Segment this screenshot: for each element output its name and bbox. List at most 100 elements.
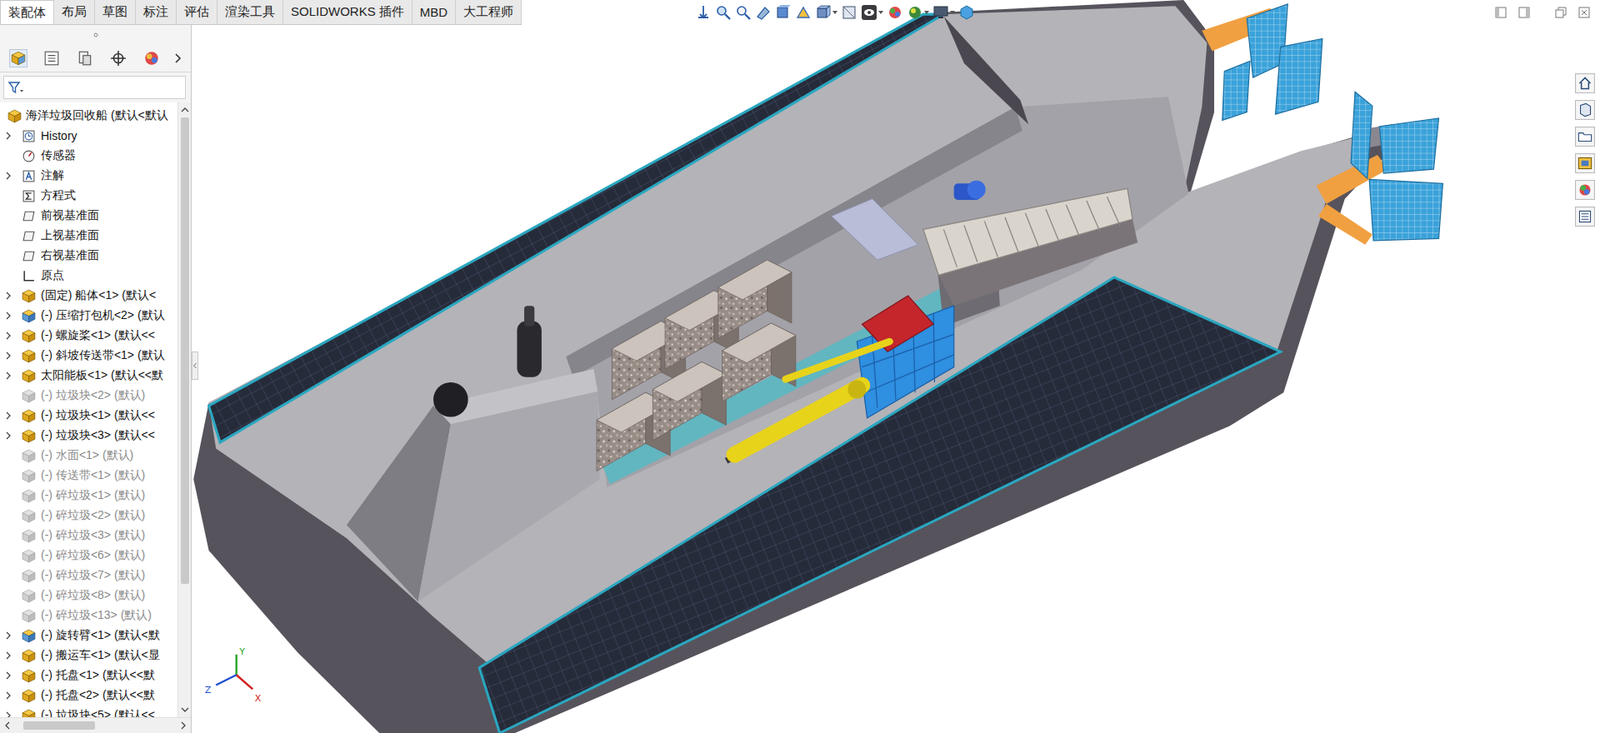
tree-item[interactable]: (-) 垃圾块<3> (默认<< bbox=[0, 425, 178, 446]
tree-item[interactable]: 传感器 bbox=[0, 145, 178, 166]
view-tool-button[interactable] bbox=[715, 4, 732, 21]
scrollbar-thumb[interactable] bbox=[180, 117, 190, 585]
tree-filter[interactable] bbox=[3, 75, 186, 100]
tree-item[interactable]: 太阳能板<1> (默认<<默 bbox=[0, 365, 178, 386]
tree-item[interactable]: 上视基准面 bbox=[0, 225, 178, 246]
tree-item[interactable]: (-) 旋转臂<1> (默认<默 bbox=[0, 625, 178, 646]
tree-item[interactable]: (-) 托盘<1> (默认<<默 bbox=[0, 665, 178, 686]
tree-item[interactable]: (-) 斜坡传送带<1> (默认 bbox=[0, 345, 178, 366]
view-palette-icon[interactable] bbox=[1575, 153, 1595, 174]
tree-item[interactable]: (-) 碎垃圾<8> (默认) bbox=[0, 585, 178, 606]
tree-item[interactable]: (-) 托盘<2> (默认<<默 bbox=[0, 685, 178, 706]
expand-arrow-icon[interactable] bbox=[5, 291, 12, 300]
panel-grip[interactable] bbox=[0, 25, 191, 45]
tree-item[interactable]: (-) 碎垃圾<6> (默认) bbox=[0, 545, 178, 566]
expand-arrow-icon[interactable] bbox=[5, 411, 12, 420]
display-manager-icon[interactable] bbox=[143, 50, 160, 67]
view-tool-button[interactable] bbox=[795, 4, 812, 21]
expand-arrow-icon[interactable] bbox=[5, 431, 12, 440]
dimxpert-icon[interactable] bbox=[110, 50, 127, 67]
restore-icon[interactable] bbox=[1555, 6, 1567, 19]
expand-arrow-icon[interactable] bbox=[5, 711, 12, 718]
part-icon bbox=[21, 489, 36, 504]
command-tab[interactable]: 布局 bbox=[54, 0, 95, 25]
tile-left-icon[interactable] bbox=[1495, 6, 1507, 19]
expand-arrow-icon[interactable] bbox=[5, 351, 12, 360]
part-icon bbox=[21, 509, 36, 524]
more-tabs-icon[interactable] bbox=[173, 52, 182, 65]
expand-arrow-icon[interactable] bbox=[5, 131, 12, 140]
tree-item[interactable]: (-) 垃圾块<1> (默认<< bbox=[0, 405, 178, 426]
tree-item[interactable]: (-) 水面<1> (默认) bbox=[0, 445, 178, 466]
tree-item[interactable]: (固定) 船体<1> (默认< bbox=[0, 285, 178, 306]
tree-item[interactable]: 原点 bbox=[0, 265, 178, 286]
tree-item[interactable]: History bbox=[0, 125, 178, 146]
expand-arrow-icon[interactable] bbox=[5, 171, 12, 180]
configuration-manager-icon[interactable] bbox=[76, 50, 94, 67]
tree-item[interactable]: (-) 碎垃圾<2> (默认) bbox=[0, 505, 178, 526]
propeller bbox=[1316, 91, 1444, 245]
view-tool-button[interactable] bbox=[932, 4, 955, 21]
graphics-viewport[interactable]: YZX bbox=[192, 0, 1600, 733]
tree-item[interactable]: (-) 压缩打包机<2> (默认 bbox=[0, 305, 178, 326]
tree-item[interactable]: (-) 垃圾块<5> (默认<< bbox=[0, 705, 178, 718]
tree-root[interactable]: 海洋垃圾回收船 (默认<默认 bbox=[0, 105, 178, 126]
view-tool-button[interactable] bbox=[958, 4, 975, 21]
tree-item[interactable]: (-) 碎垃圾<13> (默认) bbox=[0, 605, 178, 626]
appearances-icon[interactable] bbox=[1575, 180, 1595, 200]
part-icon bbox=[21, 549, 36, 564]
tree-item[interactable]: 右视基准面 bbox=[0, 245, 178, 266]
expand-arrow-icon[interactable] bbox=[5, 631, 12, 640]
tree-item[interactable]: (-) 搬运车<1> (默认<显 bbox=[0, 645, 178, 666]
horizontal-scrollbar[interactable] bbox=[0, 717, 191, 733]
tree-item[interactable]: 注解 bbox=[0, 165, 178, 186]
scroll-left-icon[interactable] bbox=[3, 721, 12, 730]
file-explorer-icon[interactable] bbox=[1575, 126, 1595, 147]
view-tool-button[interactable] bbox=[860, 4, 884, 21]
tree-item[interactable]: (-) 碎垃圾<3> (默认) bbox=[0, 525, 178, 546]
tree-item[interactable]: 方程式 bbox=[0, 185, 178, 206]
command-tab[interactable]: 评估 bbox=[176, 0, 218, 25]
command-tab[interactable]: SOLIDWORKS 插件 bbox=[283, 0, 413, 25]
view-tool-button[interactable] bbox=[840, 4, 858, 21]
home-icon[interactable] bbox=[1575, 73, 1595, 94]
tree-item[interactable]: (-) 传送带<1> (默认) bbox=[0, 465, 178, 486]
expand-arrow-icon[interactable] bbox=[5, 691, 12, 700]
tree-item[interactable]: 前视基准面 bbox=[0, 205, 178, 226]
property-manager-icon[interactable] bbox=[43, 50, 60, 67]
view-tool-button[interactable] bbox=[735, 4, 752, 21]
command-tab[interactable]: 草图 bbox=[95, 0, 136, 25]
command-tab[interactable]: 渲染工具 bbox=[217, 0, 284, 25]
view-tool-button[interactable] bbox=[906, 4, 930, 21]
expand-arrow-icon[interactable] bbox=[5, 311, 12, 320]
scrollbar-thumb[interactable] bbox=[23, 721, 95, 730]
conveyor-slat bbox=[1025, 213, 1039, 247]
close-icon[interactable] bbox=[1578, 6, 1590, 19]
collapse-panel-icon[interactable] bbox=[191, 351, 199, 380]
expand-arrow-icon[interactable] bbox=[5, 671, 12, 680]
feature-manager-icon[interactable] bbox=[10, 50, 27, 67]
command-tab[interactable]: 装配体 bbox=[0, 0, 55, 25]
view-tool-button[interactable] bbox=[775, 4, 792, 21]
expand-arrow-icon[interactable] bbox=[5, 651, 12, 660]
design-library-icon[interactable] bbox=[1575, 100, 1595, 120]
view-tool-button[interactable] bbox=[886, 4, 904, 21]
tree-item[interactable]: (-) 碎垃圾<7> (默认) bbox=[0, 565, 178, 586]
expand-arrow-icon[interactable] bbox=[5, 331, 12, 340]
tree-item[interactable]: (-) 垃圾块<2> (默认) bbox=[0, 385, 178, 406]
tree-item[interactable]: (-) 螺旋桨<1> (默认<< bbox=[0, 325, 178, 346]
command-tab[interactable]: 大工程师 bbox=[455, 0, 522, 25]
scroll-right-icon[interactable] bbox=[179, 721, 188, 730]
tile-right-icon[interactable] bbox=[1518, 6, 1530, 19]
command-tab[interactable]: MBD bbox=[412, 0, 456, 25]
scroll-down-icon[interactable] bbox=[180, 705, 190, 715]
command-tab[interactable]: 标注 bbox=[135, 0, 177, 25]
tree-item[interactable]: (-) 碎垃圾<1> (默认) bbox=[0, 485, 178, 506]
custom-properties-icon[interactable] bbox=[1575, 206, 1595, 227]
scroll-up-icon[interactable] bbox=[180, 105, 190, 115]
view-tool-button[interactable] bbox=[755, 4, 772, 21]
expand-arrow-icon[interactable] bbox=[5, 371, 12, 380]
vertical-scrollbar[interactable] bbox=[177, 102, 191, 718]
view-tool-button[interactable] bbox=[695, 4, 712, 21]
view-tool-button[interactable] bbox=[815, 4, 838, 21]
